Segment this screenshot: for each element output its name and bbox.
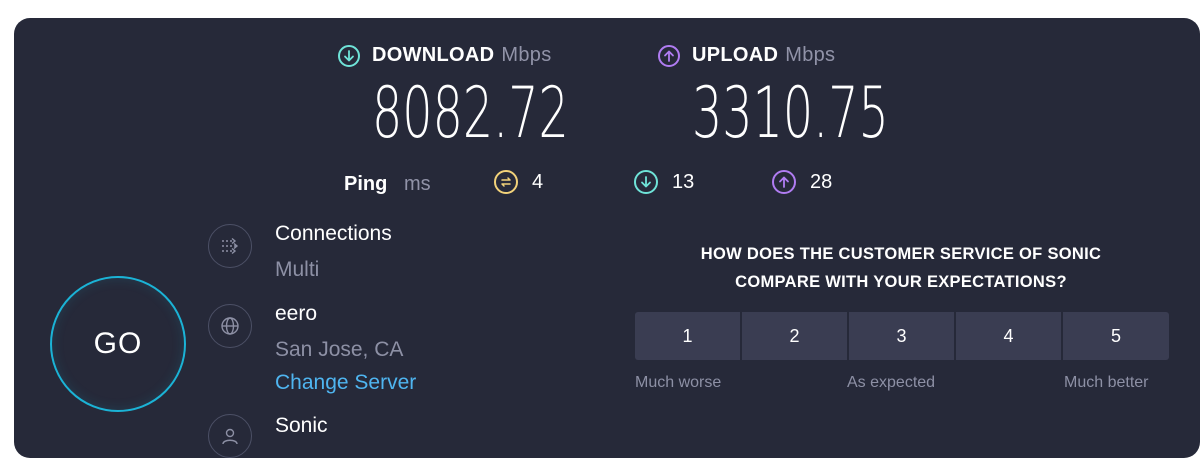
- server-location: San Jose, CA: [275, 338, 404, 361]
- server-host-title: eero: [275, 302, 318, 325]
- ping-upload-icon: [772, 170, 796, 194]
- survey-question-line2: COMPARE WITH YOUR EXPECTATIONS?: [735, 273, 1067, 291]
- rating-option-2[interactable]: 2: [742, 312, 849, 360]
- upload-value: 3310.75: [692, 72, 889, 154]
- ping-upload-value: 28: [810, 170, 833, 193]
- rating-scale: 1 2 3 4 5: [635, 312, 1169, 360]
- rating-option-1[interactable]: 1: [635, 312, 742, 360]
- ping-download: 13: [634, 170, 694, 194]
- rating-option-5[interactable]: 5: [1063, 312, 1169, 360]
- rating-option-3[interactable]: 3: [849, 312, 956, 360]
- download-value: 8082.72: [372, 72, 569, 154]
- download-unit: Mbps: [501, 44, 552, 66]
- go-button[interactable]: GO: [50, 276, 186, 412]
- ping-idle-icon: [494, 170, 518, 194]
- scale-low-label: Much worse: [635, 374, 722, 391]
- ping-label: Ping: [344, 173, 388, 195]
- scale-mid-label: As expected: [847, 374, 936, 391]
- survey-question: HOW DOES THE CUSTOMER SERVICE OF SONIC C…: [635, 240, 1167, 296]
- upload-header: UPLOAD Mbps: [658, 44, 835, 67]
- arrow-down-circle-icon: [338, 44, 360, 67]
- ping-unit: ms: [404, 173, 431, 195]
- rating-option-4[interactable]: 4: [956, 312, 1063, 360]
- ping-download-value: 13: [672, 170, 695, 193]
- provider-title: Sonic: [275, 414, 328, 437]
- arrow-up-circle-icon: [658, 44, 680, 67]
- globe-icon: [208, 304, 252, 348]
- ping-idle-value: 4: [532, 170, 544, 193]
- ping-download-icon: [634, 170, 658, 194]
- scale-high-label: Much better: [1064, 374, 1149, 391]
- download-label: DOWNLOAD: [372, 44, 495, 66]
- connections-title: Connections: [275, 222, 392, 245]
- speedtest-panel: DOWNLOAD Mbps 8082.72 UPLOAD Mbps 3310.7…: [14, 18, 1200, 458]
- connections-value: Multi: [275, 258, 320, 281]
- ping-idle: 4: [494, 170, 543, 194]
- ping-upload: 28: [772, 170, 832, 194]
- connections-icon: [208, 224, 252, 268]
- download-header: DOWNLOAD Mbps: [338, 44, 552, 67]
- upload-label: UPLOAD: [692, 44, 779, 66]
- go-label: GO: [93, 327, 143, 360]
- upload-unit: Mbps: [785, 44, 836, 66]
- change-server-link[interactable]: Change Server: [275, 371, 416, 395]
- survey-question-line1: HOW DOES THE CUSTOMER SERVICE OF SONIC: [700, 245, 1102, 263]
- user-icon: [208, 414, 252, 458]
